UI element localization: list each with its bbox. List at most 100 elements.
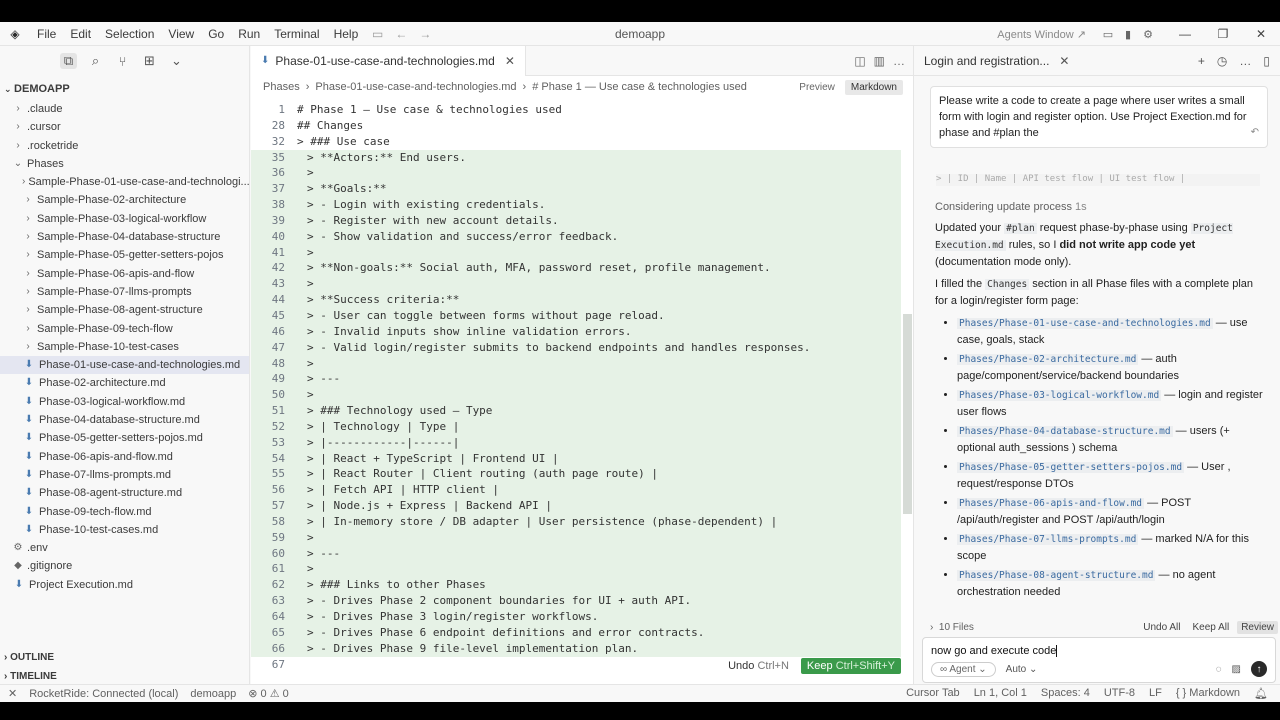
open-preview-icon[interactable]: ◫	[854, 54, 865, 68]
tree-item[interactable]: ⬇ Phase-04-database-structure.md	[0, 411, 249, 429]
code-line[interactable]: 66 > - Drives Phase 9 file-level implemen…	[251, 640, 901, 657]
maximize-button[interactable]: ❐	[1204, 27, 1242, 41]
code-line[interactable]: 50 >	[251, 387, 901, 404]
status-item[interactable]: Spaces: 4	[1041, 687, 1090, 700]
code-line[interactable]: 53 > |------------|------|	[251, 434, 901, 451]
code-line[interactable]: 36 >	[251, 165, 901, 182]
files-expand[interactable]: › 10 Files	[930, 622, 974, 633]
code-line[interactable]: 39 > - Register with new account details.	[251, 212, 901, 229]
history-icon[interactable]: ◷	[1217, 54, 1227, 68]
status-item[interactable]: Ln 1, Col 1	[974, 687, 1027, 700]
tree-item[interactable]: ⬇ Phase-06-apis-and-flow.md	[0, 448, 249, 466]
changed-file-item[interactable]: Phases/Phase-02-architecture.md — auth p…	[957, 351, 1265, 385]
changed-file-item[interactable]: Phases/Phase-07-llms-prompts.md — marked…	[957, 531, 1265, 565]
code-line[interactable]: 40 > - Show validation and success/error …	[251, 228, 901, 245]
changed-file-item[interactable]: Phases/Phase-08-agent-structure.md — no …	[957, 567, 1265, 601]
tree-item[interactable]: › Sample-Phase-04-database-structure	[0, 228, 249, 246]
keep-all-button[interactable]: Keep All	[1189, 621, 1234, 634]
back-arrow-icon[interactable]: ←	[395, 27, 407, 41]
menu-run[interactable]: Run	[231, 22, 267, 46]
code-line[interactable]: 61 >	[251, 561, 901, 578]
tree-item[interactable]: ⬇ Phase-05-getter-setters-pojos.md	[0, 429, 249, 447]
chat-input-value[interactable]: now go and execute code	[931, 645, 1056, 657]
changed-file-item[interactable]: Phases/Phase-04-database-structure.md — …	[957, 423, 1265, 457]
search-icon[interactable]: ⌕	[87, 53, 104, 69]
tree-item[interactable]: › Sample-Phase-05-getter-setters-pojos	[0, 246, 249, 264]
minimize-button[interactable]: —	[1166, 27, 1204, 41]
extensions-icon[interactable]: ⊞	[141, 53, 158, 69]
editor-scrollbar[interactable]	[903, 126, 912, 682]
code-editor[interactable]: 1 # Phase 1 — Use case & technologies use…	[251, 102, 901, 684]
notifications-icon[interactable]: 🔔︎	[1254, 687, 1268, 700]
tree-item[interactable]: ⬇ Phase-07-llms-prompts.md	[0, 466, 249, 484]
menu-file[interactable]: File	[30, 22, 63, 46]
file-link[interactable]: Phases/Phase-07-llms-prompts.md	[957, 534, 1139, 545]
breadcrumb-item[interactable]: Phases	[263, 81, 300, 93]
tree-item[interactable]: ⬇ Phase-02-architecture.md	[0, 374, 249, 392]
section-outline[interactable]: › OUTLINE	[0, 649, 250, 668]
agent-mode-dropdown[interactable]: ∞ Agent ⌄	[931, 661, 996, 677]
send-button[interactable]: ↑	[1251, 661, 1267, 677]
code-line[interactable]: 56 > | Fetch API | HTTP client |	[251, 482, 901, 499]
code-line[interactable]: 35 > **Actors:** End users.	[251, 149, 901, 166]
chevron-down-icon[interactable]: ⌄	[168, 53, 185, 69]
status-item[interactable]: UTF-8	[1104, 687, 1135, 700]
file-link[interactable]: Phases/Phase-06-apis-and-flow.md	[957, 498, 1145, 509]
agents-window-link[interactable]: Agents Window ↗	[997, 28, 1086, 41]
tree-item[interactable]: › Sample-Phase-03-logical-workflow	[0, 210, 249, 228]
code-line[interactable]: 59 >	[251, 529, 901, 546]
code-line[interactable]: 49 > ---	[251, 371, 901, 388]
review-button[interactable]: Review	[1237, 620, 1278, 634]
tree-item[interactable]: › Sample-Phase-07-llms-prompts	[0, 283, 249, 301]
undo-all-button[interactable]: Undo All	[1139, 621, 1184, 634]
tree-item[interactable]: › Sample-Phase-06-apis-and-flow	[0, 265, 249, 283]
more-actions-icon[interactable]: …	[893, 54, 905, 68]
changed-file-item[interactable]: Phases/Phase-01-use-case-and-technologie…	[957, 315, 1265, 349]
code-line[interactable]: 38 > - Login with existing credentials.	[251, 197, 901, 213]
file-link[interactable]: Phases/Phase-08-agent-structure.md	[957, 570, 1156, 581]
code-line[interactable]: 45 > - User can toggle between forms with…	[251, 307, 901, 324]
preview-mode-button[interactable]: Preview	[793, 80, 841, 95]
split-editor-icon[interactable]: ▥	[874, 54, 885, 68]
file-link[interactable]: Phases/Phase-03-logical-workflow.md	[957, 390, 1162, 401]
file-link[interactable]: Phases/Phase-05-getter-setters-pojos.md	[957, 462, 1185, 473]
model-dropdown[interactable]: Auto ⌄	[1006, 664, 1038, 675]
undo-change-button[interactable]: Undo Ctrl+N	[722, 658, 795, 674]
more-icon[interactable]: …	[1239, 54, 1251, 68]
code-line[interactable]: 58 > | In-memory store / DB adapter | Use…	[251, 513, 901, 530]
code-line[interactable]: 47 > - Valid login/register submits to ba…	[251, 339, 901, 356]
code-line[interactable]: 28 ## Changes	[251, 117, 901, 134]
project-name[interactable]: demoapp	[190, 688, 236, 700]
code-line[interactable]: 57 > | Node.js + Express | Backend API |	[251, 498, 901, 514]
chat-icon[interactable]: ▮	[1118, 28, 1138, 41]
status-item[interactable]: Cursor Tab	[906, 687, 960, 700]
tree-item[interactable]: › .cursor	[0, 118, 249, 136]
code-line[interactable]: 62 > ### Links to other Phases	[251, 577, 901, 594]
menu-edit[interactable]: Edit	[63, 22, 98, 46]
menu-view[interactable]: View	[161, 22, 201, 46]
code-line[interactable]: 64 > - Drives Phase 3 login/register work…	[251, 609, 901, 625]
code-line[interactable]: 43 >	[251, 276, 901, 293]
file-link[interactable]: Phases/Phase-02-architecture.md	[957, 354, 1139, 365]
explorer-root[interactable]: ⌄ DEMOAPP	[0, 78, 249, 100]
close-tab-icon[interactable]: ✕	[505, 54, 515, 68]
file-link[interactable]: Phases/Phase-04-database-structure.md	[957, 426, 1173, 437]
code-line[interactable]: 42 > **Non-goals:** Social auth, MFA, pas…	[251, 260, 901, 277]
code-line[interactable]: 44 > **Success criteria:**	[251, 292, 901, 308]
menu-selection[interactable]: Selection	[98, 22, 161, 46]
menu-terminal[interactable]: Terminal	[267, 22, 326, 46]
changed-file-item[interactable]: Phases/Phase-03-logical-workflow.md — lo…	[957, 387, 1265, 421]
code-line[interactable]: 37 > **Goals:**	[251, 181, 901, 198]
breadcrumb-item[interactable]: # Phase 1 — Use case & technologies used	[532, 81, 747, 93]
code-line[interactable]: 63 > - Drives Phase 2 component boundarie…	[251, 593, 901, 609]
code-line[interactable]: 1 # Phase 1 — Use case & technologies use…	[251, 102, 901, 118]
menu-help[interactable]: Help	[327, 22, 366, 46]
code-line[interactable]: 55 > | React Router | Client routing (aut…	[251, 466, 901, 483]
file-link[interactable]: Phases/Phase-01-use-case-and-technologie…	[957, 318, 1213, 329]
tree-item[interactable]: ⚙ .env	[0, 539, 249, 557]
new-chat-icon[interactable]: +	[1198, 54, 1205, 68]
user-message[interactable]: Please write a code to create a page whe…	[930, 86, 1268, 148]
tree-item[interactable]: ⬇ Project Execution.md	[0, 576, 249, 594]
changed-file-item[interactable]: Phases/Phase-06-apis-and-flow.md — POST …	[957, 495, 1265, 529]
forward-arrow-icon[interactable]: →	[419, 27, 431, 41]
